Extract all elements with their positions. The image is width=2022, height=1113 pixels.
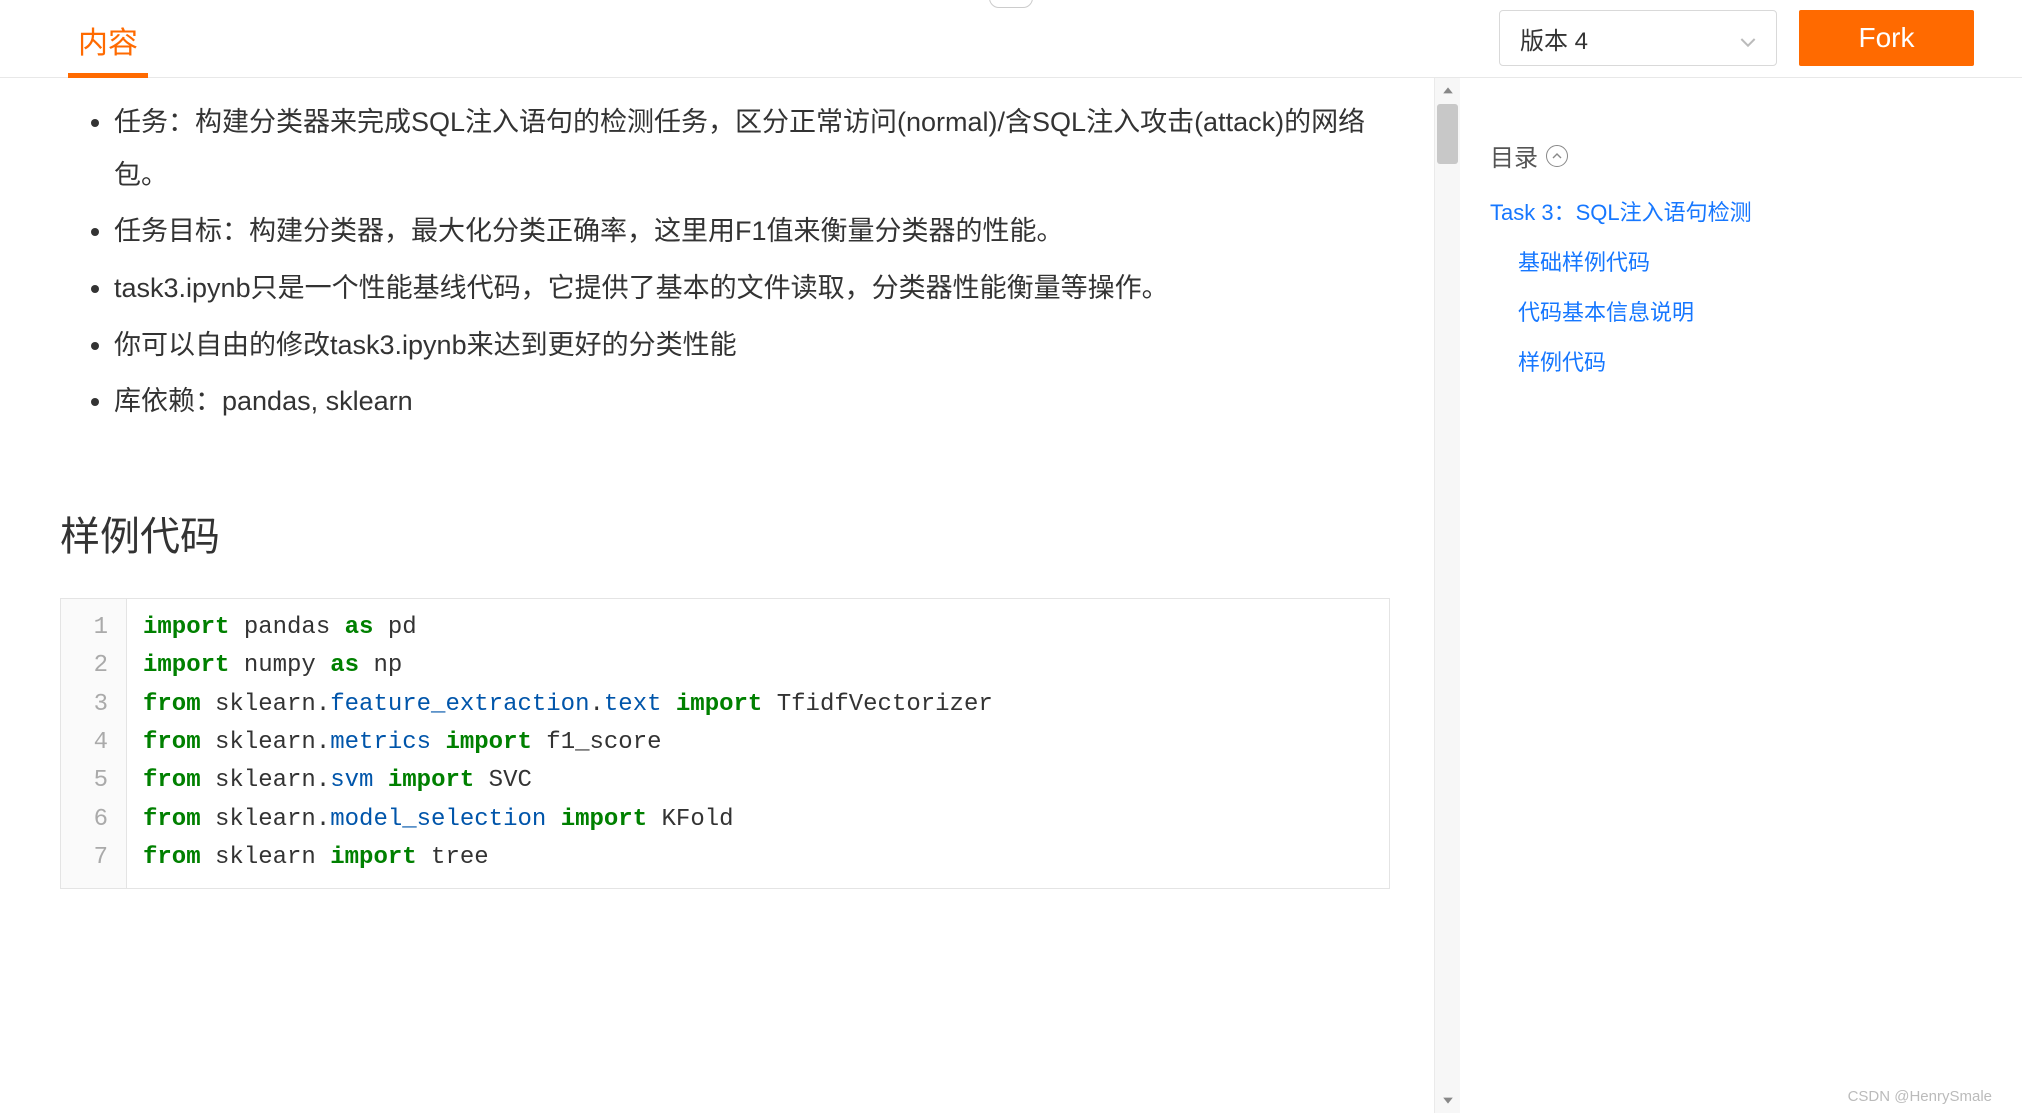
scroll-track[interactable] [1435,104,1460,1087]
sidebar-toc: 目录 Task 3：SQL注入语句检测 基础样例代码 代码基本信息说明 样例代码 [1460,78,2022,1113]
code-line: import pandas as pd [143,609,993,647]
chevron-down-icon [1740,30,1756,46]
line-number: 3 [61,686,126,724]
code-body[interactable]: import pandas as pd import numpy as np f… [127,599,1009,888]
toc-link-task3[interactable]: Task 3：SQL注入语句检测 [1490,195,1992,227]
list-item: 你可以自由的修改task3.ipynb来达到更好的分类性能 [114,317,1390,374]
code-line: from sklearn.model_selection import KFol… [143,801,993,839]
line-number: 1 [61,609,126,647]
content-column: 任务：构建分类器来完成SQL注入语句的检测任务，区分正常访问(normal)/含… [0,78,1460,1113]
list-item: 任务：构建分类器来完成SQL注入语句的检测任务，区分正常访问(normal)/含… [114,94,1390,203]
scroll-up-icon[interactable] [1435,78,1460,104]
list-item: task3.ipynb只是一个性能基线代码，它提供了基本的文件读取，分类器性能衡… [114,260,1390,317]
fork-button[interactable]: Fork [1799,10,1974,66]
task-bullets: 任务：构建分类器来完成SQL注入语句的检测任务，区分正常访问(normal)/含… [60,94,1390,430]
topbar-right: 版本 4 Fork [1499,0,2022,66]
code-block: 1 2 3 4 5 6 7 import pandas as pd import… [60,598,1390,889]
topbar: 内容 版本 4 Fork [0,0,2022,78]
line-number: 4 [61,724,126,762]
list-item: 任务目标：构建分类器，最大化分类正确率，这里用F1值来衡量分类器的性能。 [114,203,1390,260]
section-heading-sample-code: 样例代码 [60,504,1390,562]
code-line: from sklearn import tree [143,839,993,877]
line-number: 6 [61,801,126,839]
line-number: 2 [61,647,126,685]
caret-up-icon [1546,145,1568,167]
toc-link-basic-sample[interactable]: 基础样例代码 [1518,245,1992,277]
toc-link-sample-code[interactable]: 样例代码 [1518,345,1992,377]
watermark: CSDN @HenrySmale [1848,1088,1992,1105]
version-select[interactable]: 版本 4 [1499,10,1777,66]
line-number: 5 [61,762,126,800]
drag-handle[interactable] [989,0,1033,8]
scroll-down-icon[interactable] [1435,1087,1460,1113]
scroll-thumb[interactable] [1437,104,1458,164]
toc-title-label: 目录 [1490,138,1538,173]
code-line: from sklearn.svm import SVC [143,762,993,800]
code-line: import numpy as np [143,647,993,685]
toc-link-code-info[interactable]: 代码基本信息说明 [1518,295,1992,327]
toc-title[interactable]: 目录 [1490,138,1992,173]
vertical-scrollbar[interactable] [1434,78,1460,1113]
list-item: 库依赖：pandas, sklearn [114,373,1390,430]
code-gutter: 1 2 3 4 5 6 7 [61,599,127,888]
main-area: 任务：构建分类器来完成SQL注入语句的检测任务，区分正常访问(normal)/含… [0,78,2022,1113]
code-line: from sklearn.feature_extraction.text imp… [143,686,993,724]
version-label: 版本 4 [1520,21,1588,56]
code-line: from sklearn.metrics import f1_score [143,724,993,762]
tab-content[interactable]: 内容 [60,0,156,78]
content-scroll[interactable]: 任务：构建分类器来完成SQL注入语句的检测任务，区分正常访问(normal)/含… [0,78,1430,1113]
line-number: 7 [61,839,126,877]
